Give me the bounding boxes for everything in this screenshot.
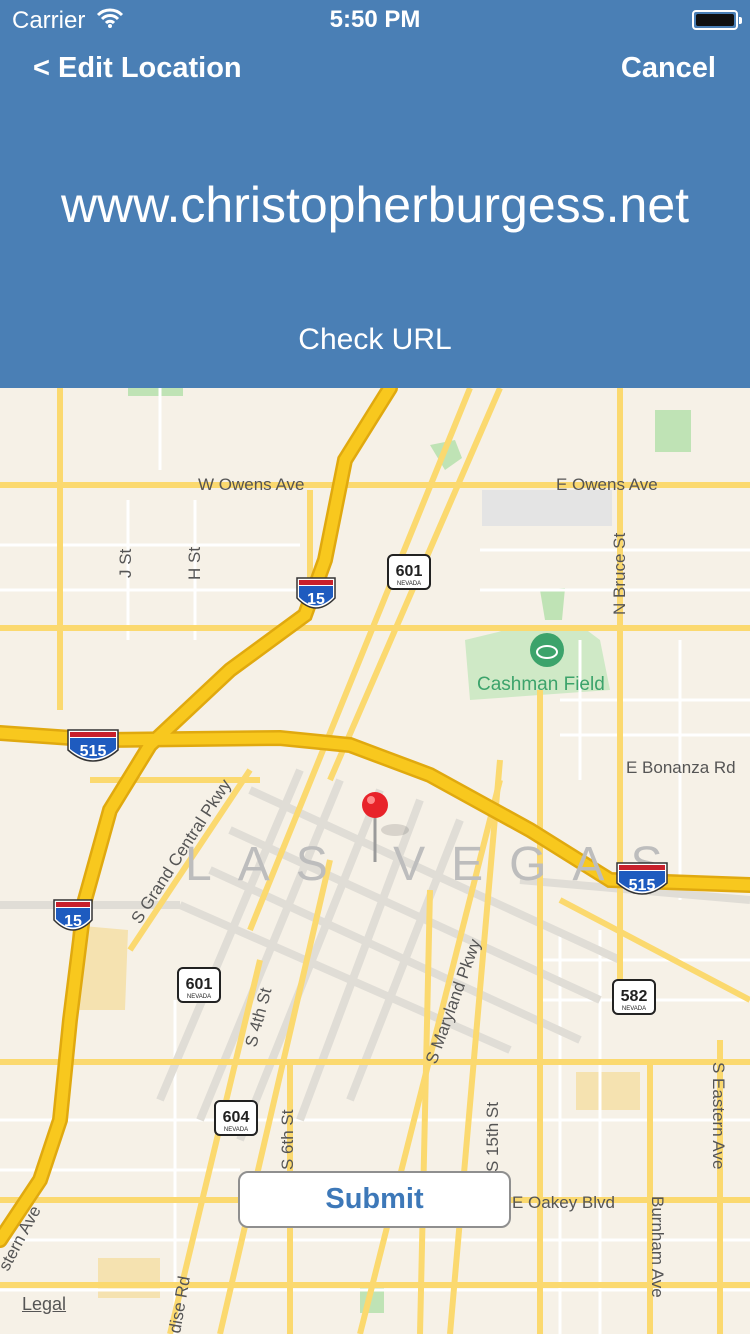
route-582-shield: 582 NEVADA: [612, 979, 656, 1015]
street-e-oakey: E Oakey Blvd: [512, 1193, 615, 1212]
interstate-15-shield: 15: [296, 577, 336, 609]
svg-text:604: 604: [223, 1109, 250, 1126]
route-601-shield-south: 601 NEVADA: [177, 967, 221, 1003]
status-time: 5:50 PM: [329, 6, 421, 33]
street-s-6th: S 6th St: [278, 1109, 297, 1170]
stadium-icon: [530, 633, 564, 667]
street-j-st: J St: [116, 548, 135, 578]
legal-link[interactable]: Legal: [22, 1294, 66, 1315]
street-h-st: H St: [185, 547, 204, 580]
battery-icon: [692, 10, 742, 30]
interstate-515-shield: 515: [67, 729, 119, 762]
svg-text:NEVADA: NEVADA: [187, 994, 211, 1000]
street-s-eastern: S Eastern Ave: [709, 1062, 728, 1169]
svg-text:NEVADA: NEVADA: [622, 1006, 646, 1012]
submit-button[interactable]: Submit: [238, 1171, 511, 1228]
street-s-15th: S 15th St: [483, 1102, 502, 1172]
route-601-shield: 601 NEVADA: [387, 554, 431, 590]
cancel-button[interactable]: Cancel: [621, 52, 716, 85]
status-bar: Carrier 5:50 PM: [0, 0, 750, 40]
svg-text:515: 515: [629, 877, 656, 894]
street-burnham: Burnham Ave: [648, 1196, 667, 1298]
interstate-15-shield-south: 15: [53, 899, 93, 931]
svg-text:NEVADA: NEVADA: [224, 1127, 248, 1133]
svg-text:582: 582: [621, 988, 648, 1005]
poi-cashman-field: Cashman Field: [477, 674, 605, 695]
svg-text:601: 601: [186, 976, 213, 993]
header: Carrier 5:50 PM < Edit Location Cancel w…: [0, 0, 750, 388]
street-e-bonanza: E Bonanza Rd: [626, 758, 736, 777]
svg-text:NEVADA: NEVADA: [397, 581, 421, 587]
url-text: www.christopherburgess.net: [60, 177, 690, 233]
svg-text:15: 15: [64, 913, 82, 930]
interstate-515-shield-east: 515: [616, 862, 668, 895]
svg-text:601: 601: [396, 563, 423, 580]
street-n-bruce: N Bruce St: [610, 533, 629, 615]
street-e-owens: E Owens Ave: [556, 475, 658, 494]
svg-text:15: 15: [307, 591, 325, 608]
city-label: LAS VEGAS: [185, 838, 688, 891]
route-604-shield: 604 NEVADA: [214, 1100, 258, 1136]
svg-text:515: 515: [80, 743, 107, 760]
street-w-owens: W Owens Ave: [198, 475, 304, 494]
back-button[interactable]: < Edit Location: [33, 52, 242, 85]
check-url-button[interactable]: Check URL: [0, 323, 750, 357]
